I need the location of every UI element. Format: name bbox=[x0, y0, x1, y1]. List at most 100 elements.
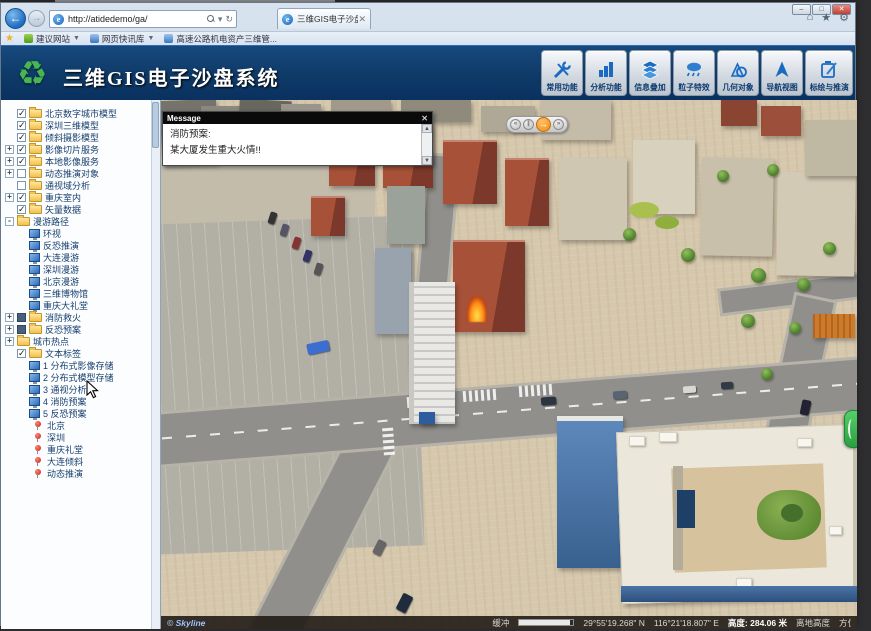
favorites-star-icon[interactable]: ★ bbox=[821, 11, 831, 24]
checkbox[interactable] bbox=[17, 313, 26, 322]
expander-icon[interactable] bbox=[5, 169, 14, 178]
message-titlebar[interactable]: Message ✕ bbox=[163, 112, 432, 124]
expander-icon[interactable] bbox=[5, 337, 14, 346]
playback-next-button[interactable]: » bbox=[553, 119, 564, 130]
toolbar-info-overlay-button[interactable]: 信息叠加 bbox=[629, 50, 671, 96]
tree-item[interactable]: 环视 bbox=[29, 227, 151, 239]
favorite-item[interactable]: 建议网站 ▼ bbox=[24, 33, 80, 45]
settings-gear-icon[interactable]: ⚙ bbox=[839, 11, 849, 24]
scrollbar-thumb[interactable] bbox=[152, 102, 159, 148]
home-icon[interactable]: ⌂ bbox=[807, 11, 814, 24]
folder-icon bbox=[29, 169, 42, 178]
tree-item[interactable]: 5 反恐预案 bbox=[29, 407, 151, 419]
folder-icon bbox=[29, 325, 42, 334]
address-bar[interactable]: e http://atidedemo/ga/ ▾ ↻ bbox=[49, 10, 237, 28]
url-text[interactable]: http://atidedemo/ga/ bbox=[68, 14, 203, 24]
tree-item[interactable]: 城市热点 bbox=[5, 335, 151, 347]
scroll-up-icon[interactable]: ▲ bbox=[422, 124, 432, 133]
toolbar-particle-effects-button[interactable]: 粒子特效 bbox=[673, 50, 715, 96]
checkbox[interactable] bbox=[17, 181, 26, 190]
vehicle bbox=[683, 386, 696, 394]
road-northeast bbox=[720, 273, 857, 313]
folder-icon bbox=[29, 313, 42, 322]
toolbar-navigation-view-button[interactable]: 导航视图 bbox=[761, 50, 803, 96]
folder-icon bbox=[29, 121, 42, 130]
monitor-icon bbox=[29, 385, 40, 394]
tree-item[interactable]: 反恐预案 bbox=[5, 323, 151, 335]
tree-item[interactable]: 文本标签 bbox=[5, 347, 151, 359]
expander-icon[interactable] bbox=[5, 157, 14, 166]
tree-item[interactable]: 重庆礼堂 bbox=[33, 443, 151, 455]
gray-building bbox=[387, 186, 425, 244]
toolbar-plot-deduction-button[interactable]: 标绘与推演 bbox=[805, 50, 853, 96]
tree-item[interactable]: 深圳 bbox=[33, 431, 151, 443]
monitor-icon bbox=[29, 253, 40, 262]
message-line: 消防预案: bbox=[170, 127, 414, 143]
tree-item[interactable]: 影像切片服务 bbox=[5, 143, 151, 155]
expander-icon[interactable] bbox=[5, 145, 14, 154]
tree-item[interactable]: 北京漫游 bbox=[29, 275, 151, 287]
expander-icon[interactable] bbox=[5, 325, 14, 334]
tree-item[interactable]: 倾斜摄影模型 bbox=[5, 131, 151, 143]
message-scrollbar[interactable]: ▲ ▼ bbox=[421, 124, 432, 165]
favorite-item[interactable]: 高速公路机电资产三维管... bbox=[164, 33, 277, 45]
tree-item[interactable]: 大连倾斜 bbox=[33, 455, 151, 467]
tab-close-icon[interactable]: ✕ bbox=[358, 15, 366, 24]
lawn-patch bbox=[655, 216, 679, 229]
scene-status-bar: © Skyline 缓冲 29°55'19.268" N 116°21'18.8… bbox=[161, 616, 857, 629]
tree-item[interactable]: 消防救火 bbox=[5, 311, 151, 323]
checkbox[interactable] bbox=[17, 145, 26, 154]
tree-item[interactable]: 三维博物馆 bbox=[29, 287, 151, 299]
toolbar-analysis-functions-button[interactable]: 分析功能 bbox=[585, 50, 627, 96]
refresh-icon[interactable]: ↻ bbox=[225, 14, 233, 25]
favorites-bar: ★ 建议网站 ▼ 网页快讯库 ▼ 高速公路机电资产三维管... bbox=[1, 31, 855, 45]
expander-icon[interactable] bbox=[5, 217, 14, 226]
dropdown-caret-icon[interactable]: ▾ bbox=[218, 14, 223, 25]
add-favorite-icon[interactable]: ★ bbox=[5, 33, 14, 44]
tree-item[interactable]: 动态推演 bbox=[33, 467, 151, 479]
tree-item[interactable]: 本地影像服务 bbox=[5, 155, 151, 167]
checkbox[interactable] bbox=[17, 133, 26, 142]
toolbar-geometry-objects-button[interactable]: 几何对象 bbox=[717, 50, 759, 96]
message-close-icon[interactable]: ✕ bbox=[421, 114, 428, 123]
tree-item[interactable]: 重庆室内 bbox=[5, 191, 151, 203]
checkbox[interactable] bbox=[17, 193, 26, 202]
expander-icon[interactable] bbox=[5, 313, 14, 322]
tree-item[interactable]: 北京 bbox=[33, 419, 151, 431]
map-3d-viewport[interactable]: Message ✕ 消防预案: 某大厦发生重大火情!! ▲ ▼ « ∥ → » bbox=[161, 100, 857, 629]
tree-item[interactable]: 反恐推演 bbox=[29, 239, 151, 251]
forward-button[interactable]: → bbox=[28, 10, 45, 27]
tree-item[interactable]: 漫游路径 bbox=[5, 215, 151, 227]
checkbox[interactable] bbox=[17, 121, 26, 130]
tree-item[interactable]: 北京数字城市模型 bbox=[5, 107, 151, 119]
back-button[interactable]: ← bbox=[5, 8, 26, 29]
expander-icon[interactable] bbox=[5, 193, 14, 202]
playback-prev-button[interactable]: « bbox=[510, 119, 521, 130]
side-panel-toggle-button[interactable] bbox=[844, 410, 857, 448]
tree-item[interactable]: 矢量数据 bbox=[5, 203, 151, 215]
search-icon[interactable] bbox=[207, 15, 215, 23]
tree-item[interactable]: 深圳漫游 bbox=[29, 263, 151, 275]
browser-tab[interactable]: e 三维GIS电子沙盘系统 ✕ bbox=[277, 8, 371, 29]
playback-play-button[interactable]: → bbox=[536, 117, 551, 132]
checkbox[interactable] bbox=[17, 169, 26, 178]
checkbox[interactable] bbox=[17, 109, 26, 118]
tree-item[interactable]: 大连漫游 bbox=[29, 251, 151, 263]
tree-item[interactable]: 通视域分析 bbox=[5, 179, 151, 191]
checkbox[interactable] bbox=[17, 349, 26, 358]
checkbox[interactable] bbox=[17, 325, 26, 334]
tree-item[interactable]: 1 分布式影像存储 bbox=[29, 359, 151, 371]
playback-pause-button[interactable]: ∥ bbox=[523, 119, 534, 130]
scroll-down-icon[interactable]: ▼ bbox=[422, 156, 432, 165]
rooftop-unit bbox=[797, 438, 812, 447]
favorite-item[interactable]: 网页快讯库 ▼ bbox=[90, 33, 154, 45]
tree-item[interactable]: 深圳三维模型 bbox=[5, 119, 151, 131]
tree-item[interactable]: 动态推演对象 bbox=[5, 167, 151, 179]
folder-icon bbox=[29, 181, 42, 190]
toolbar-common-functions-button[interactable]: 常用功能 bbox=[541, 50, 583, 96]
tree-item[interactable]: 重庆大礼堂 bbox=[29, 299, 151, 311]
checkbox[interactable] bbox=[17, 205, 26, 214]
tree-scrollbar[interactable] bbox=[151, 100, 160, 629]
monitor-icon bbox=[29, 361, 40, 370]
checkbox[interactable] bbox=[17, 157, 26, 166]
